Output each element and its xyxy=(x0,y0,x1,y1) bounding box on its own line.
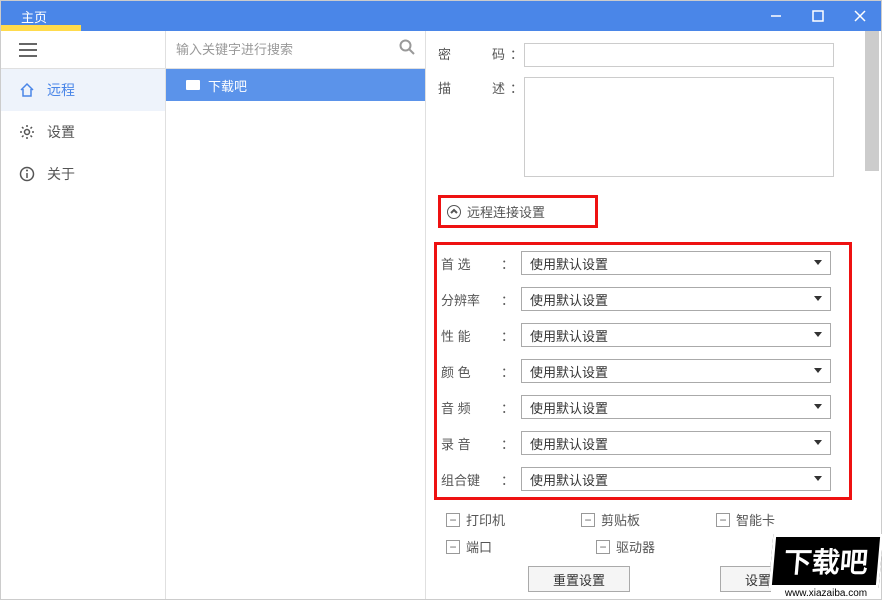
sidebar-item-label: 关于 xyxy=(47,164,75,184)
checkbox-port[interactable]: − xyxy=(446,540,460,554)
list-item-label: 下载吧 xyxy=(208,76,247,95)
title-underline xyxy=(1,25,81,31)
sidebar-item-label: 设置 xyxy=(47,122,75,142)
checkbox-clipboard[interactable]: − xyxy=(581,513,595,527)
setas-button[interactable]: 设置为 xyxy=(720,566,809,592)
search-icon[interactable] xyxy=(399,39,415,60)
close-button[interactable] xyxy=(839,1,881,31)
list-item[interactable]: 下载吧 xyxy=(166,69,425,101)
description-label: 描 述 xyxy=(438,77,510,101)
minimize-button[interactable] xyxy=(755,1,797,31)
section-remote-settings[interactable]: 远程连接设置 xyxy=(438,195,598,228)
select-recording[interactable]: 使用默认设置 xyxy=(521,431,831,455)
maximize-button[interactable] xyxy=(797,1,839,31)
checkbox-driver[interactable]: − xyxy=(596,540,610,554)
select-performance[interactable]: 使用默认设置 xyxy=(521,323,831,347)
checkbox-smartcard[interactable]: − xyxy=(716,513,730,527)
chevron-down-icon xyxy=(814,332,822,337)
chevron-up-icon xyxy=(447,205,461,219)
password-label: 密 码 xyxy=(438,43,510,67)
scroll-thumb[interactable] xyxy=(865,31,879,171)
description-field[interactable] xyxy=(524,77,834,177)
sidebar-item-label: 远程 xyxy=(47,80,75,100)
select-preferred[interactable]: 使用默认设置 xyxy=(521,251,831,275)
reset-button[interactable]: 重置设置 xyxy=(528,566,630,592)
sidebar: 远程 设置 关于 xyxy=(1,31,166,599)
sidebar-item-settings[interactable]: 设置 xyxy=(1,111,165,153)
list-column: 下载吧 xyxy=(166,31,426,599)
chevron-down-icon xyxy=(814,296,822,301)
chevron-down-icon xyxy=(814,440,822,445)
sidebar-item-about[interactable]: 关于 xyxy=(1,153,165,195)
home-icon xyxy=(19,82,35,98)
settings-block: 首 选：使用默认设置 分辨率：使用默认设置 性 能：使用默认设置 颜 色：使用默… xyxy=(434,242,852,500)
content-panel: 密 码 ： 描 述 ： 远程连接设置 首 选：使用默认设置 分辨率：使用默认设置… xyxy=(426,31,881,599)
chevron-down-icon xyxy=(814,476,822,481)
chevron-down-icon xyxy=(814,404,822,409)
monitor-icon xyxy=(186,80,200,90)
window-title: 主页 xyxy=(1,7,67,26)
select-audio[interactable]: 使用默认设置 xyxy=(521,395,831,419)
chevron-down-icon xyxy=(814,368,822,373)
scrollbar[interactable] xyxy=(865,31,879,599)
info-icon xyxy=(19,166,35,182)
window-controls xyxy=(755,1,881,31)
checkbox-printer[interactable]: − xyxy=(446,513,460,527)
checkbox-group: −打印机 −剪贴板 −智能卡 −端口 −驱动器 xyxy=(446,510,851,556)
chevron-down-icon xyxy=(814,260,822,265)
search-input[interactable] xyxy=(176,42,399,57)
hamburger-button[interactable] xyxy=(1,31,165,69)
search-bar xyxy=(166,31,425,69)
gear-icon xyxy=(19,124,35,140)
select-color[interactable]: 使用默认设置 xyxy=(521,359,831,383)
main-layout: 远程 设置 关于 下载吧 密 码 ： 描 述 ： xyxy=(1,31,881,599)
select-resolution[interactable]: 使用默认设置 xyxy=(521,287,831,311)
password-field[interactable] xyxy=(524,43,834,67)
section-title: 远程连接设置 xyxy=(467,202,545,221)
select-hotkey[interactable]: 使用默认设置 xyxy=(521,467,831,491)
titlebar: 主页 xyxy=(1,1,881,31)
sidebar-item-remote[interactable]: 远程 xyxy=(1,69,165,111)
